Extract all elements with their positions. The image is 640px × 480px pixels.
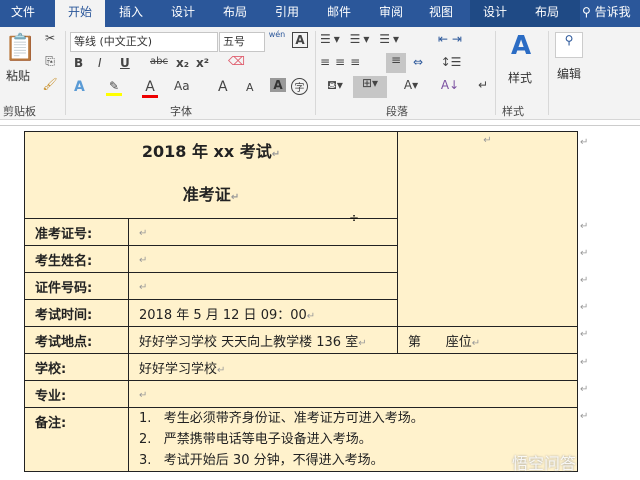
watermark-logo: 悟空问答	[512, 454, 577, 473]
char-border-icon[interactable]: A	[292, 32, 308, 48]
tab-review[interactable]: 审阅	[368, 0, 414, 27]
chinese-layout-icon[interactable]: A▾	[398, 78, 424, 92]
end-of-row-mark: ↵	[580, 221, 589, 232]
subscript-button[interactable]: x₂	[176, 56, 189, 70]
list-icons[interactable]: ☰▾ ☰▾ ☰▾	[320, 32, 420, 46]
value-school[interactable]: 好好学习学校↵	[128, 353, 578, 381]
font-color-icon[interactable]: A	[142, 79, 158, 98]
tab-design[interactable]: 设计	[160, 0, 206, 27]
end-of-row-mark: ↵	[580, 384, 589, 395]
align-icons[interactable]: ≡≡≡	[320, 55, 390, 69]
group-font: 字体	[170, 105, 192, 118]
line-spacing-icon[interactable]: ↕☰	[438, 55, 464, 69]
label-school: 学校:	[24, 353, 129, 381]
end-of-row-mark: ↵	[580, 248, 589, 259]
group-clipboard: 剪贴板	[3, 105, 36, 118]
ribbon-tabs: 文件 开始 插入 设计 布局 引用 邮件 审阅 视图 设计 布局 ⚲ 告诉我	[0, 0, 640, 27]
value-major[interactable]: ↵	[128, 380, 578, 408]
tab-home[interactable]: 开始	[55, 0, 105, 27]
tab-file[interactable]: 文件	[0, 0, 46, 27]
distribute-icon[interactable]: ⇔	[410, 55, 426, 69]
paste-button[interactable]: 粘贴	[6, 67, 30, 84]
font-size-select[interactable]: 五号	[219, 32, 265, 52]
end-of-row-mark: ↵	[580, 357, 589, 368]
grow-font-button[interactable]: A	[218, 79, 228, 95]
label-ticket-no: 准考证号:	[24, 218, 129, 246]
label-notes: 备注:	[24, 407, 129, 472]
shrink-font-button[interactable]: A	[246, 81, 254, 94]
highlight-icon[interactable]: ✎	[106, 79, 122, 96]
change-case-button[interactable]: Aa	[174, 79, 190, 93]
tab-view[interactable]: 视图	[418, 0, 464, 27]
tab-insert[interactable]: 插入	[108, 0, 154, 27]
row-resize-cursor-icon: ÷	[349, 211, 360, 225]
format-painter-icon[interactable]: 🖌	[42, 77, 58, 91]
end-of-row-mark: ↵	[580, 275, 589, 286]
end-of-row-mark: ↵	[580, 411, 589, 422]
bold-button[interactable]: B	[74, 56, 83, 70]
seat-cell[interactable]: 第 座位↵	[397, 326, 578, 354]
label-exam-time: 考试时间:	[24, 299, 129, 327]
group-styles: 样式	[502, 105, 524, 118]
text-effects-icon[interactable]: A	[74, 79, 85, 95]
photo-cell[interactable]: ↵	[397, 131, 578, 327]
find-icon[interactable]: ⚲	[555, 32, 583, 58]
indent-icons[interactable]: ⇤ ⇥	[430, 32, 470, 46]
shading-icon[interactable]: ⛾▾	[322, 78, 348, 94]
table-row: 学校: 好好学习学校↵	[24, 353, 578, 381]
note-item: 1. 考生必须带齐身份证、准考证方可进入考场。	[139, 411, 424, 426]
justify-icon[interactable]: ≡	[386, 53, 406, 73]
label-exam-place: 考试地点:	[24, 326, 129, 354]
note-item: 2. 严禁携带电话等电子设备进入考场。	[139, 432, 372, 447]
tab-mailings[interactable]: 邮件	[316, 0, 362, 27]
table-row: 考试地点: 好好学习学校 天天向上教学楼 136 室↵ 第 座位↵	[24, 326, 578, 354]
note-item: 3. 考试开始后 30 分钟，不得进入考场。	[139, 453, 384, 468]
ribbon: 📋 粘贴 ✂ ⎘ 🖌 剪贴板 等线 (中文正文) 五号 wén A B I U …	[0, 27, 640, 120]
tab-table-layout[interactable]: 布局	[524, 0, 570, 27]
value-exam-time[interactable]: 2018 年 5 月 12 日 09：00↵	[128, 299, 398, 327]
tab-references[interactable]: 引用	[264, 0, 310, 27]
group-paragraph: 段落	[386, 105, 408, 118]
enclose-char-icon[interactable]: 字	[291, 78, 308, 95]
value-exam-place[interactable]: 好好学习学校 天天向上教学楼 136 室↵	[128, 326, 398, 354]
tell-me-search[interactable]: ⚲ 告诉我	[582, 0, 640, 27]
tab-layout[interactable]: 布局	[212, 0, 258, 27]
exam-title: 2018 年 xx 考试↵	[141, 142, 281, 161]
end-of-row-mark: ↵	[580, 302, 589, 313]
end-of-row-mark: ↵	[580, 137, 589, 148]
italic-button[interactable]: I	[98, 56, 102, 70]
paste-icon[interactable]: 📋	[4, 33, 36, 63]
ticket-title: 准考证↵	[182, 185, 240, 204]
cut-icon[interactable]: ✂	[42, 31, 58, 45]
sort-icon[interactable]: A↓	[440, 78, 460, 92]
end-of-row-mark: ↵	[580, 329, 589, 340]
value-id-no[interactable]: ↵	[128, 272, 398, 300]
superscript-button[interactable]: x²	[196, 56, 209, 70]
tab-table-design[interactable]: 设计	[472, 0, 518, 27]
table-row: 专业: ↵	[24, 380, 578, 408]
label-major: 专业:	[24, 380, 129, 408]
copy-icon[interactable]: ⎘	[42, 54, 58, 69]
table-row: 备注: 1. 考生必须带齐身份证、准考证方可进入考场。 2. 严禁携带电话等电子设…	[24, 407, 578, 472]
admission-ticket-table: 2018 年 xx 考试↵ 准考证↵ ↵ 准考证号: ↵ 考生姓名: ↵ 证件号码:…	[24, 131, 578, 472]
show-marks-icon[interactable]: ↵	[476, 78, 490, 92]
styles-button[interactable]: 样式	[508, 69, 532, 86]
search-icon: ⚲	[582, 5, 595, 19]
value-name[interactable]: ↵	[128, 245, 398, 273]
label-name: 考生姓名:	[24, 245, 129, 273]
value-notes[interactable]: 1. 考生必须带齐身份证、准考证方可进入考场。 2. 严禁携带电话等电子设备进入考…	[128, 407, 578, 472]
label-id-no: 证件号码:	[24, 272, 129, 300]
strikethrough-button[interactable]: abc	[150, 56, 168, 67]
clear-format-icon[interactable]: ⌫	[228, 54, 245, 68]
styles-icon[interactable]: A	[506, 31, 536, 61]
phonetic-guide-icon[interactable]: wén	[268, 30, 286, 39]
underline-button[interactable]: U	[120, 56, 130, 70]
font-name-select[interactable]: 等线 (中文正文)	[70, 32, 218, 52]
borders-icon[interactable]: ⊞▾	[353, 76, 387, 98]
editing-button[interactable]: 编辑	[557, 65, 581, 82]
title-cell[interactable]: 2018 年 xx 考试↵ 准考证↵	[24, 131, 398, 219]
char-shading-icon[interactable]: A	[270, 78, 286, 92]
